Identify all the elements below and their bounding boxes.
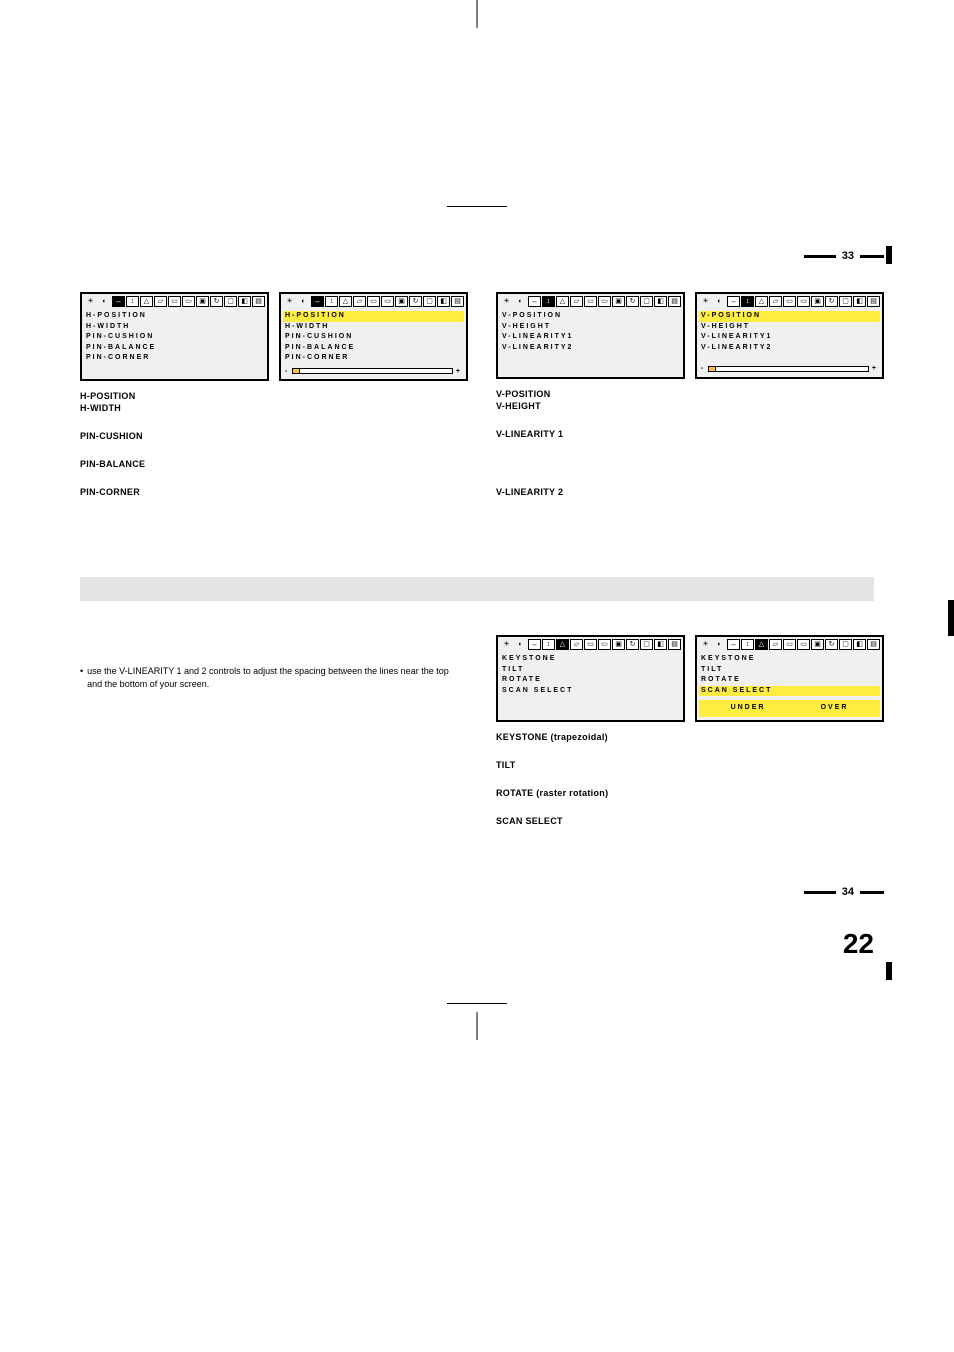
osd-icon-row: ☀◐↔↕△▱▭▭▣↻▢◧▤ xyxy=(498,294,683,309)
band-segment xyxy=(860,891,884,894)
osd-item: PIN-CUSHION xyxy=(285,332,462,343)
right-column: ☀◐↔↕△▱▭▭▣↻▢◧▤ V-POSITION V-HEIGHT V-LINE… xyxy=(496,292,884,497)
osd-panel-scan-select: ☀◐↔↕△▱▭▭▣↻▢◧▤ KEYSTONE TILT ROTATE SCAN … xyxy=(695,635,884,722)
minus-icon: - xyxy=(285,368,289,375)
osd-panel-keystone-list: ☀◐↔↕△▱▭▭▣↻▢◧▤ KEYSTONE TILT ROTATE SCAN … xyxy=(496,635,685,722)
divider-mid xyxy=(447,1003,507,1004)
term: TILT xyxy=(496,760,884,770)
osd-item: PIN-CUSHION xyxy=(86,332,263,343)
term: H-WIDTH xyxy=(80,403,468,413)
note-bullet: • use the V-LINEARITY 1 and 2 controls t… xyxy=(80,665,468,691)
minus-icon: - xyxy=(701,365,705,372)
band-segment xyxy=(804,891,836,894)
term-list: V-POSITION V-HEIGHT V-LINEARITY 1 V-LINE… xyxy=(496,389,884,497)
osd-item: H-WIDTH xyxy=(285,322,462,333)
osd-item: TILT xyxy=(701,665,878,676)
slider-knob xyxy=(708,366,716,372)
osd-item: V-LINEARITY2 xyxy=(502,343,679,354)
osd-slider: - + xyxy=(697,363,882,376)
osd-item: SCAN SELECT xyxy=(502,686,679,697)
submenu-option: OVER xyxy=(821,704,849,711)
osd-item: PIN-BALANCE xyxy=(86,343,263,354)
osd-item: KEYSTONE xyxy=(701,654,878,665)
submenu-option: UNDER xyxy=(731,704,766,711)
sheet-number: 22 xyxy=(80,928,884,960)
note-text: use the V-LINEARITY 1 and 2 controls to … xyxy=(87,665,462,691)
term: ROTATE (raster rotation) xyxy=(496,788,884,798)
osd-items: H-POSITION H-WIDTH PIN-CUSHION PIN-BALAN… xyxy=(82,309,267,378)
osd-submenu: UNDER OVER xyxy=(699,700,880,717)
term: V-LINEARITY 1 xyxy=(496,429,884,439)
osd-item: V-LINEARITY1 xyxy=(502,332,679,343)
page-number: 34 xyxy=(842,886,854,898)
osd-item: V-LINEARITY2 xyxy=(701,343,878,354)
band-segment xyxy=(804,255,836,258)
osd-items: KEYSTONE TILT ROTATE SCAN SELECT xyxy=(697,652,882,698)
osd-item: V-HEIGHT xyxy=(502,322,679,333)
page-34: • use the V-LINEARITY 1 and 2 controls t… xyxy=(0,625,954,1040)
osd-panel-v-selected: ☀◐↔↕△▱▭▭▣↻▢◧▤ V-POSITION V-HEIGHT V-LINE… xyxy=(695,292,884,379)
osd-item-selected: H-POSITION xyxy=(283,311,464,322)
slider-track xyxy=(292,368,453,374)
note-column: • use the V-LINEARITY 1 and 2 controls t… xyxy=(80,635,468,826)
osd-items: V-POSITION V-HEIGHT V-LINEARITY1 V-LINEA… xyxy=(697,309,882,363)
slider-track xyxy=(708,366,869,372)
page-number-band: 34 xyxy=(80,886,884,898)
term: V-POSITION xyxy=(496,389,884,399)
page-33: 33 ☀◐↔↕△▱▭▭▣↻▢◧▤ H-POSITION H-WIDTH PIN-… xyxy=(0,0,954,537)
osd-item-selected: SCAN SELECT xyxy=(699,686,880,697)
term: V-HEIGHT xyxy=(496,401,884,411)
term: SCAN SELECT xyxy=(496,816,884,826)
osd-item: V-HEIGHT xyxy=(701,322,878,333)
term: H-POSITION xyxy=(80,391,468,401)
term: V-LINEARITY 2 xyxy=(496,487,884,497)
osd-panel-h-selected: ☀◐↔↕△▱▭▭▣↻▢◧▤ H-POSITION H-WIDTH PIN-CUS… xyxy=(279,292,468,381)
crop-mark xyxy=(948,610,954,616)
osd-icon-row: ☀◐↔↕△▱▭▭▣↻▢◧▤ xyxy=(281,294,466,309)
crop-mark xyxy=(886,246,892,264)
osd-item: H-POSITION xyxy=(86,311,263,322)
term-list: H-POSITION H-WIDTH PIN-CUSHION PIN-BALAN… xyxy=(80,391,468,497)
plus-icon: + xyxy=(872,365,878,372)
right-column: ☀◐↔↕△▱▭▭▣↻▢◧▤ KEYSTONE TILT ROTATE SCAN … xyxy=(496,635,884,826)
term: PIN-CORNER xyxy=(80,487,468,497)
osd-item: PIN-BALANCE xyxy=(285,343,462,354)
term: PIN-CUSHION xyxy=(80,431,468,441)
osd-icon-row: ☀◐↔↕△▱▭▭▣↻▢◧▤ xyxy=(498,637,683,652)
osd-item: H-WIDTH xyxy=(86,322,263,333)
slider-knob xyxy=(292,368,300,374)
osd-items: H-POSITION H-WIDTH PIN-CUSHION PIN-BALAN… xyxy=(281,309,466,366)
osd-item: TILT xyxy=(502,665,679,676)
osd-item: V-POSITION xyxy=(502,311,679,322)
page-number: 33 xyxy=(842,250,854,262)
crop-mark xyxy=(886,962,892,980)
osd-item: V-LINEARITY1 xyxy=(701,332,878,343)
left-column: ☀◐↔↕△▱▭▭▣↻▢◧▤ H-POSITION H-WIDTH PIN-CUS… xyxy=(80,292,468,497)
osd-item: KEYSTONE xyxy=(502,654,679,665)
note-banner xyxy=(80,577,874,601)
osd-item: ROTATE xyxy=(701,675,878,686)
osd-panel-v-list: ☀◐↔↕△▱▭▭▣↻▢◧▤ V-POSITION V-HEIGHT V-LINE… xyxy=(496,292,685,379)
osd-items: V-POSITION V-HEIGHT V-LINEARITY1 V-LINEA… xyxy=(498,309,683,377)
bullet-icon: • xyxy=(80,665,83,691)
term-list: KEYSTONE (trapezoidal) TILT ROTATE (rast… xyxy=(496,732,884,826)
plus-icon: + xyxy=(456,368,462,375)
osd-item: ROTATE xyxy=(502,675,679,686)
osd-item: PIN-CORNER xyxy=(86,353,263,364)
osd-icon-row: ☀◐↔↕△▱▭▭▣↻▢◧▤ xyxy=(82,294,267,309)
osd-icon-row: ☀◐↔↕△▱▭▭▣↻▢◧▤ xyxy=(697,637,882,652)
osd-icon-row: ☀◐↔↕△▱▭▭▣↻▢◧▤ xyxy=(697,294,882,309)
term: KEYSTONE (trapezoidal) xyxy=(496,732,884,742)
osd-item-selected: V-POSITION xyxy=(699,311,880,322)
osd-items: KEYSTONE TILT ROTATE SCAN SELECT xyxy=(498,652,683,720)
page-number-band: 33 xyxy=(80,250,884,262)
osd-slider: - + xyxy=(281,366,466,379)
osd-item: PIN-CORNER xyxy=(285,353,462,364)
osd-panel-h-list: ☀◐↔↕△▱▭▭▣↻▢◧▤ H-POSITION H-WIDTH PIN-CUS… xyxy=(80,292,269,381)
crop-mark xyxy=(477,1012,478,1040)
band-segment xyxy=(860,255,884,258)
term: PIN-BALANCE xyxy=(80,459,468,469)
